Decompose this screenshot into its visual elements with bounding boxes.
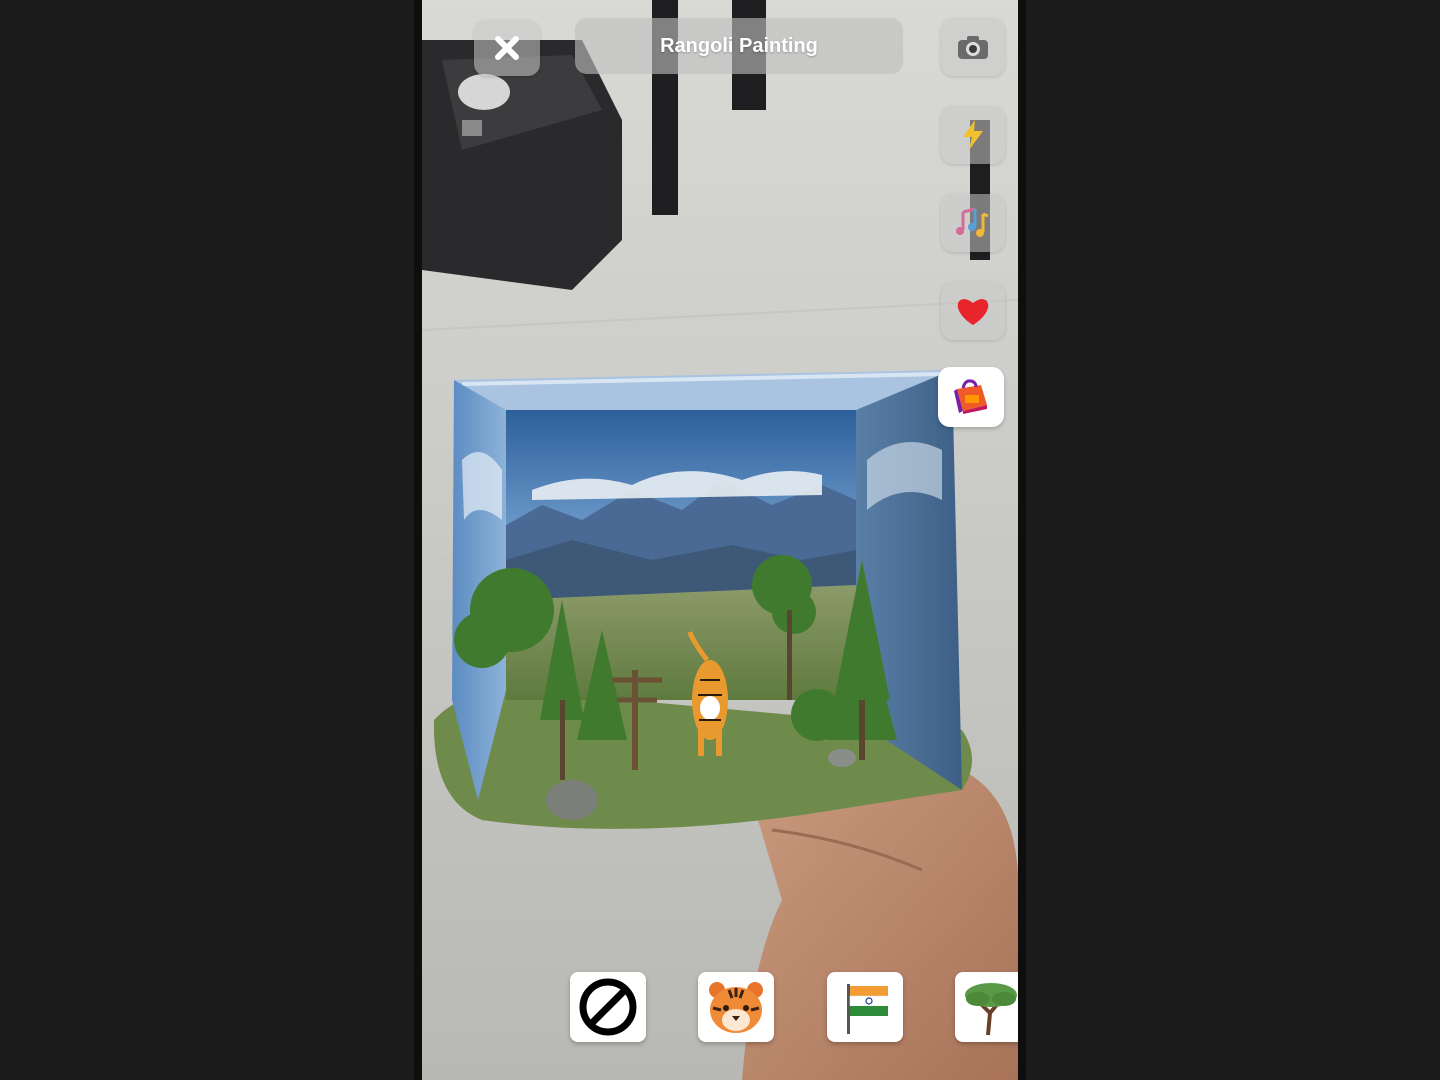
shop-button[interactable] [938, 367, 1004, 427]
camera-feed [422, 0, 1018, 1080]
close-icon [495, 36, 519, 60]
india-flag-icon [847, 984, 889, 1034]
sticker-none[interactable] [570, 972, 646, 1042]
shopping-bag-icon [954, 379, 987, 414]
tiger-face-icon [709, 982, 763, 1033]
heart-icon [957, 299, 989, 325]
no-entry-icon [579, 978, 637, 1036]
lightning-icon [963, 120, 983, 150]
flash-button[interactable] [941, 106, 1005, 164]
close-button[interactable] [474, 20, 540, 76]
sticker-india-flag[interactable] [827, 972, 903, 1042]
music-button[interactable] [941, 194, 1005, 252]
favorite-button[interactable] [941, 282, 1005, 340]
ar-camera-view[interactable]: Rangoli Painting [422, 0, 1018, 1080]
tree-icon [965, 983, 1017, 1036]
phone-frame: Rangoli Painting [414, 0, 1026, 1080]
sticker-tree[interactable] [955, 972, 1018, 1042]
camera-icon [958, 36, 988, 59]
music-notes-icon [956, 207, 989, 237]
sticker-tiger[interactable] [698, 972, 774, 1042]
page-title: Rangoli Painting [575, 18, 903, 74]
camera-button[interactable] [941, 18, 1005, 76]
